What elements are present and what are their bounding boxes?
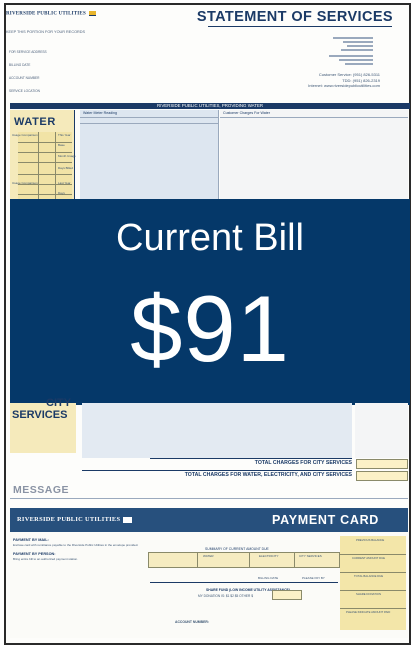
summary-table: WATER ELECTRICITY CITY SERVICES	[148, 552, 340, 568]
pay-by-person-text: Bring entire bill to an authorized payme…	[13, 557, 79, 561]
logo-mark-icon	[88, 11, 96, 16]
pay-account-number-label: ACCOUNT NUMBER:	[175, 620, 209, 624]
message-label: MESSAGE	[13, 484, 70, 496]
current-bill-amount: $91	[130, 276, 290, 381]
donation-box[interactable]	[272, 590, 302, 600]
days-label: Days	[58, 191, 65, 195]
statement-title: STATEMENT OF SERVICES	[196, 9, 393, 25]
utility-address	[329, 36, 373, 67]
account-number-label: ACCOUNT NUMBER	[9, 76, 40, 80]
current-amount-due-label: CURRENT AMOUNT DUE	[352, 556, 385, 560]
pay-by-date: PLEASE PAY BY	[302, 576, 325, 580]
pay-billing-date: BILLING DATE	[258, 576, 279, 580]
total-all-box	[356, 471, 408, 481]
month-usage-label: Month Usage	[58, 154, 76, 158]
meter-header: Water Meter Reading	[83, 111, 118, 115]
title-rule	[208, 26, 392, 27]
message-rule	[10, 498, 408, 499]
city-services-title: CITY SERVICES	[12, 397, 71, 421]
summary-col-electricity: ELECTRICITY	[259, 554, 279, 558]
total-all-charges: TOTAL CHARGES FOR WATER, ELECTRICITY, AN…	[82, 470, 352, 480]
usage-last-year-label: Usage Comparison	[12, 181, 38, 185]
amount-paid-label: PLEASE INDICATE AMOUNT PAID	[346, 610, 391, 614]
customer-contact: Customer Service: (951) 826-5311 TDD: (9…	[308, 72, 380, 89]
charges-header: Customer Charges For Water	[223, 111, 270, 115]
usage-this-year-label: Usage Comparison	[12, 133, 38, 137]
last-year-label: Last Year	[58, 181, 71, 185]
internet-line: Internet: www.riversidepublicutilities.c…	[308, 83, 380, 89]
total-city-services: TOTAL CHARGES FOR CITY SERVICES	[150, 458, 352, 468]
pay-by-mail-label: PAYMENT BY MAIL:	[13, 538, 49, 542]
water-charges-panel: Customer Charges For Water	[220, 110, 408, 206]
payment-amounts-column	[340, 536, 406, 630]
water-meter-panel: Water Meter Reading	[80, 110, 219, 206]
this-year-label: This Year	[58, 133, 71, 137]
utility-logo: RIVERSIDE PUBLIC UTILITIES	[6, 11, 96, 17]
billing-date-label: BILLING DATE	[9, 63, 31, 67]
summary-col-water: WATER	[203, 554, 214, 558]
days-billed-label: Days Billed	[58, 166, 74, 170]
total-city-box	[356, 459, 408, 469]
summary-col-city: CITY SERVICES	[299, 554, 322, 558]
payment-logo: RIVERSIDE PUBLIC UTILITIES	[17, 516, 133, 523]
service-location-label: SERVICE LOCATION	[9, 89, 40, 93]
pay-by-person-label: PAYMENT BY PERSON:	[13, 552, 56, 556]
city-services-amounts	[355, 403, 408, 458]
current-bill-banner: Current Bill $91	[10, 199, 410, 405]
city-title-line2: SERVICES	[12, 409, 68, 421]
summary-title: SUMMARY OF CURRENT AMOUNT DUE	[205, 547, 269, 551]
city-services-panel	[82, 403, 352, 458]
share-donation-label: SHARE DONATION	[356, 592, 381, 596]
water-title: WATER	[14, 116, 56, 128]
current-bill-label: Current Bill	[116, 217, 304, 259]
payment-logo-mark-icon	[123, 516, 133, 523]
payment-card-title: PAYMENT CARD	[272, 513, 380, 527]
service-address-label: FOR SERVICE ADDRESS	[9, 50, 47, 54]
donation-options: MY DONATION IS: $1 $2 $5 OTHER $	[198, 594, 253, 598]
city-title-line1: CITY	[46, 397, 72, 409]
total-balance-due-label: TOTAL BALANCE DUE	[354, 574, 384, 578]
previous-balance-label: PREVIOUS BALANCE	[356, 538, 385, 542]
pay-by-mail-text: Enclose card with remittance payable to …	[13, 543, 139, 547]
keep-notice: KEEP THIS PORTION FOR YOUR RECORDS	[6, 30, 86, 34]
base-label: Base	[58, 143, 65, 147]
water-section-bar: RIVERSIDE PUBLIC UTILITIES, PROVIDING WA…	[10, 103, 410, 109]
customer-service-line: Customer Service: (951) 826-5311	[318, 72, 380, 77]
